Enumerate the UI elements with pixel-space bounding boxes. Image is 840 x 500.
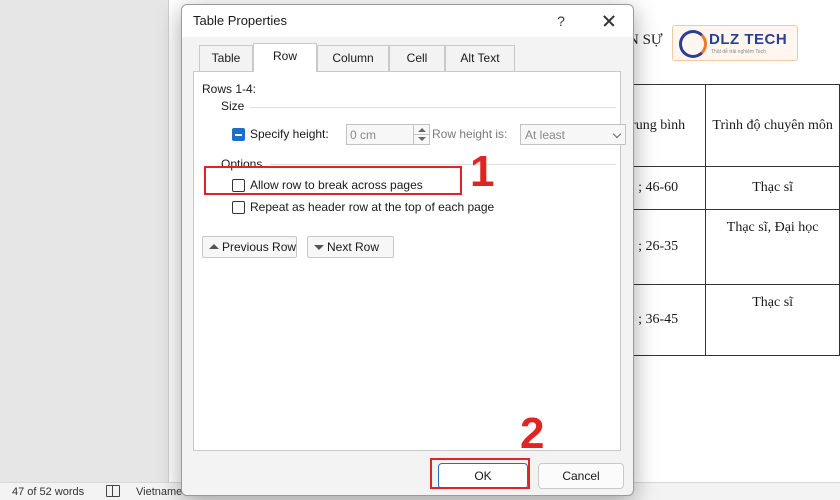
- table-cell[interactable]: Thạc sĩ: [705, 284, 840, 356]
- row-tab-panel: Rows 1-4: Size Specify height: 0 cm Row …: [193, 71, 626, 451]
- tab-cell[interactable]: Cell: [389, 45, 445, 71]
- table-cell[interactable]: Thạc sĩ: [705, 166, 840, 210]
- size-group-label: Size: [221, 99, 245, 113]
- logo-mark-icon: [679, 30, 707, 58]
- specify-height-label[interactable]: Specify height:: [250, 127, 329, 141]
- height-value: 0 cm: [350, 128, 377, 142]
- dlz-tech-logo: DLZ TECH Thật dễ trải nghiệm Tech: [672, 25, 798, 61]
- close-icon[interactable]: [594, 10, 624, 32]
- document-table: rung bình Trình độ chuyên môn ; 46-60 Th…: [609, 84, 840, 356]
- table-cell[interactable]: Thạc sĩ, Đại học: [705, 209, 840, 285]
- tab-row[interactable]: Row: [253, 43, 317, 72]
- step2-number: 2: [520, 409, 545, 458]
- step1-highlight: [204, 166, 462, 195]
- row-height-value: At least: [525, 128, 566, 142]
- dialog-title: Table Properties: [193, 13, 287, 28]
- arrow-up-icon: [209, 244, 219, 249]
- options-group-divider: [270, 164, 616, 165]
- table-row: rung bình Trình độ chuyên môn: [609, 84, 840, 167]
- next-row-button[interactable]: Next Row: [307, 236, 394, 258]
- rows-label: Rows 1-4:: [202, 82, 257, 96]
- tab-alt-text[interactable]: Alt Text: [445, 45, 515, 71]
- table-row: ; 26-35 Thạc sĩ, Đại học: [609, 209, 840, 285]
- step2-highlight: [430, 458, 530, 489]
- row-height-is-label: Row height is:: [432, 127, 508, 141]
- repeat-header-checkbox[interactable]: [232, 201, 245, 214]
- row-height-select[interactable]: At least: [520, 124, 626, 145]
- table-properties-dialog: Table Properties ? Table Row Column Cell…: [181, 4, 634, 496]
- chevron-down-icon: [612, 129, 622, 139]
- spin-down-icon[interactable]: [413, 135, 429, 145]
- arrow-down-icon: [314, 245, 324, 250]
- logo-text: DLZ TECH: [709, 31, 788, 48]
- step1-number: 1: [470, 147, 495, 196]
- tab-table[interactable]: Table: [199, 45, 253, 71]
- logo-subtext: Thật dễ trải nghiệm Tech: [711, 49, 766, 55]
- help-button[interactable]: ?: [546, 10, 576, 32]
- table-row: ; 36-45 Thạc sĩ: [609, 284, 840, 356]
- height-spinner[interactable]: 0 cm: [346, 124, 430, 145]
- repeat-header-label[interactable]: Repeat as header row at the top of each …: [250, 200, 494, 214]
- proofing-book-icon[interactable]: [106, 485, 120, 497]
- tab-column[interactable]: Column: [317, 45, 389, 71]
- size-group-divider: [250, 107, 616, 108]
- spin-up-icon[interactable]: [413, 125, 429, 135]
- table-cell[interactable]: Trình độ chuyên môn: [705, 84, 840, 167]
- specify-height-checkbox[interactable]: [232, 128, 245, 141]
- table-row: ; 46-60 Thạc sĩ: [609, 166, 840, 210]
- word-count[interactable]: 47 of 52 words: [12, 486, 84, 498]
- previous-row-button[interactable]: Previous Row: [202, 236, 297, 258]
- dialog-titlebar[interactable]: Table Properties ?: [182, 5, 633, 37]
- cancel-button[interactable]: Cancel: [538, 463, 624, 489]
